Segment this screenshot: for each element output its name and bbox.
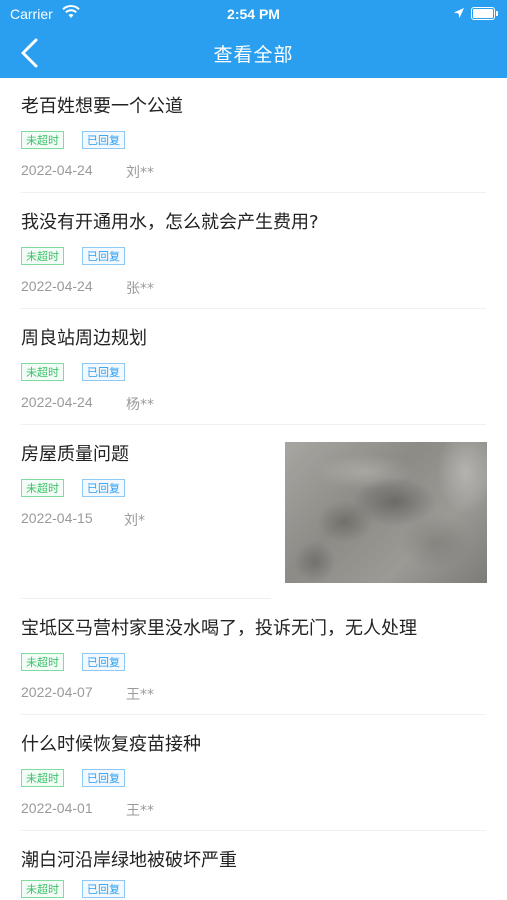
item-title: 潮白河沿岸绿地被破坏严重 — [21, 850, 237, 871]
divider — [21, 830, 486, 831]
item-author: 张** — [126, 281, 154, 297]
tag-not-overdue: 未超时 — [21, 653, 64, 671]
item-date: 2022-04-24 — [21, 278, 93, 294]
tag-not-overdue: 未超时 — [21, 131, 64, 149]
divider — [21, 308, 486, 309]
item-author: 王** — [126, 803, 154, 819]
list-item[interactable]: 老百姓想要一个公道 未超时 已回复 2022-04-24 刘** — [0, 78, 507, 194]
tag-not-overdue: 未超时 — [21, 769, 64, 787]
location-arrow-icon — [453, 6, 465, 22]
item-date: 2022-04-01 — [21, 800, 93, 816]
tag-not-overdue: 未超时 — [21, 247, 64, 265]
tag-replied: 已回复 — [82, 479, 125, 497]
item-title: 什么时候恢复疫苗接种 — [21, 734, 201, 755]
item-date: 2022-04-24 — [21, 162, 93, 178]
tag-replied: 已回复 — [82, 769, 125, 787]
item-title: 周良站周边规划 — [21, 328, 147, 349]
page-title: 查看全部 — [213, 44, 294, 66]
tag-replied: 已回复 — [82, 247, 125, 265]
divider — [21, 598, 271, 599]
item-title: 房屋质量问题 — [21, 444, 129, 465]
divider — [21, 714, 486, 715]
item-author: 刘** — [126, 165, 154, 181]
tag-replied: 已回复 — [82, 880, 125, 898]
item-title: 宝坻区马营村家里没水喝了，投诉无门，无人处理 — [21, 618, 417, 639]
divider — [21, 424, 486, 425]
item-date: 2022-04-24 — [21, 394, 93, 410]
status-time: 2:54 PM — [227, 6, 280, 22]
list-item[interactable]: 宝坻区马营村家里没水喝了，投诉无门，无人处理 未超时 已回复 2022-04-0… — [0, 600, 507, 716]
tag-not-overdue: 未超时 — [21, 479, 64, 497]
tag-not-overdue: 未超时 — [21, 363, 64, 381]
item-date: 2022-04-15 — [21, 510, 93, 526]
list-item[interactable]: 什么时候恢复疫苗接种 未超时 已回复 2022-04-01 王** — [0, 716, 507, 832]
item-author: 杨** — [126, 397, 154, 413]
item-date: 2022-04-07 — [21, 684, 93, 700]
tag-replied: 已回复 — [82, 363, 125, 381]
battery-icon — [471, 7, 498, 20]
item-title: 老百姓想要一个公道 — [21, 96, 183, 117]
item-title: 我没有开通用水，怎么就会产生费用? — [21, 212, 319, 233]
status-bar: Carrier 2:54 PM — [0, 0, 507, 28]
item-thumbnail-image — [285, 442, 487, 583]
tag-replied: 已回复 — [82, 653, 125, 671]
tag-replied: 已回复 — [82, 131, 125, 149]
divider — [21, 192, 486, 193]
item-author: 王** — [126, 687, 154, 703]
navigation-bar: 查看全部 — [0, 28, 507, 78]
list-item[interactable]: 潮白河沿岸绿地被破坏严重 未超时 已回复 — [0, 832, 507, 900]
list-item[interactable]: 房屋质量问题 未超时 已回复 2022-04-15 刘* — [0, 426, 507, 600]
list-item[interactable]: 周良站周边规划 未超时 已回复 2022-04-24 杨** — [0, 310, 507, 426]
list-item[interactable]: 我没有开通用水，怎么就会产生费用? 未超时 已回复 2022-04-24 张** — [0, 194, 507, 310]
item-author: 刘* — [124, 513, 145, 529]
complaint-list: 老百姓想要一个公道 未超时 已回复 2022-04-24 刘** 我没有开通用水… — [0, 78, 507, 900]
tag-not-overdue: 未超时 — [21, 880, 64, 898]
